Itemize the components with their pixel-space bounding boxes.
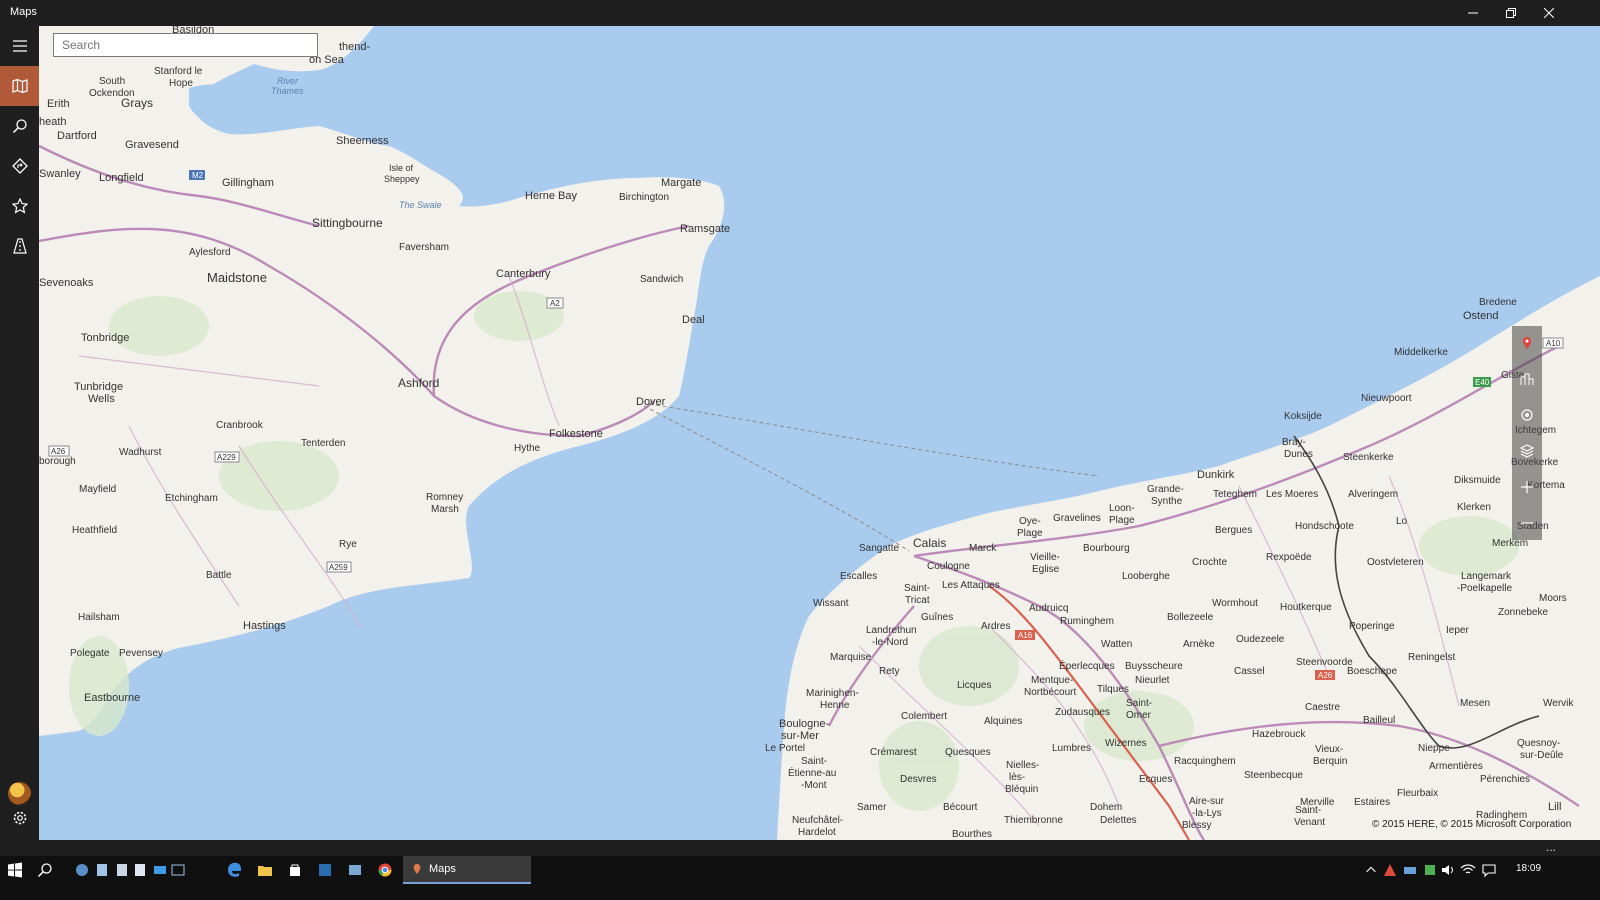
map-controls	[1512, 326, 1542, 540]
taskbar-maps-app[interactable]: Maps	[403, 856, 531, 884]
map-canvas[interactable]: Basildon thend- on Sea South Ockendon St…	[39, 26, 1600, 840]
app-icon[interactable]	[130, 856, 150, 884]
zoom-in-icon[interactable]	[1512, 470, 1542, 504]
taskbar-clock: 18:09	[1516, 863, 1542, 874]
close-icon[interactable]	[1530, 0, 1568, 26]
app-icon[interactable]	[312, 856, 338, 884]
location-pin-icon[interactable]	[1512, 326, 1542, 360]
zoom-out-icon[interactable]	[1512, 506, 1542, 540]
app-bar: ...	[0, 840, 1600, 856]
settings-icon[interactable]	[0, 798, 39, 838]
search-icon[interactable]	[32, 856, 58, 884]
menu-icon[interactable]	[0, 26, 39, 66]
search-icon[interactable]	[0, 106, 39, 146]
tray-icon[interactable]	[1422, 856, 1438, 884]
taskbar: Maps 18:09	[0, 856, 1600, 900]
app-icon[interactable]	[150, 856, 170, 884]
window-title: Maps	[10, 6, 37, 18]
app-icon[interactable]	[92, 856, 112, 884]
notifications-icon[interactable]	[1480, 856, 1498, 884]
wifi-icon[interactable]	[1460, 856, 1476, 884]
edge-icon[interactable]	[222, 856, 248, 884]
start-icon[interactable]	[2, 856, 28, 884]
map-layers-icon[interactable]	[1512, 434, 1542, 468]
app-icon[interactable]	[342, 856, 368, 884]
3d-cities-icon[interactable]	[1512, 362, 1542, 396]
map-icon[interactable]	[0, 66, 39, 106]
volume-icon[interactable]	[1440, 856, 1456, 884]
search-input[interactable]	[53, 33, 318, 57]
title-bar: Maps	[0, 0, 1600, 26]
app-icon[interactable]	[112, 856, 132, 884]
app-icon[interactable]	[168, 856, 188, 884]
land-england	[39, 26, 725, 736]
tray-icon[interactable]	[1402, 856, 1418, 884]
minimize-icon[interactable]	[1454, 0, 1492, 26]
left-nav	[0, 26, 39, 840]
steam-icon[interactable]	[72, 856, 92, 884]
map-copyright: © 2015 HERE, © 2015 Microsoft Corporatio…	[1372, 819, 1572, 830]
more-options-icon[interactable]: ...	[1546, 840, 1556, 854]
chrome-icon[interactable]	[372, 856, 398, 884]
traffic-icon[interactable]	[0, 226, 39, 266]
restore-icon[interactable]	[1492, 0, 1530, 26]
directions-icon[interactable]	[0, 146, 39, 186]
tray-icon[interactable]	[1382, 856, 1398, 884]
taskbar-maps-label: Maps	[429, 863, 456, 875]
store-icon[interactable]	[282, 856, 308, 884]
chevron-up-icon[interactable]	[1364, 856, 1378, 884]
favorites-icon[interactable]	[0, 186, 39, 226]
file-explorer-icon[interactable]	[252, 856, 278, 884]
show-my-location-icon[interactable]	[1512, 398, 1542, 432]
maps-app-icon	[413, 863, 421, 875]
